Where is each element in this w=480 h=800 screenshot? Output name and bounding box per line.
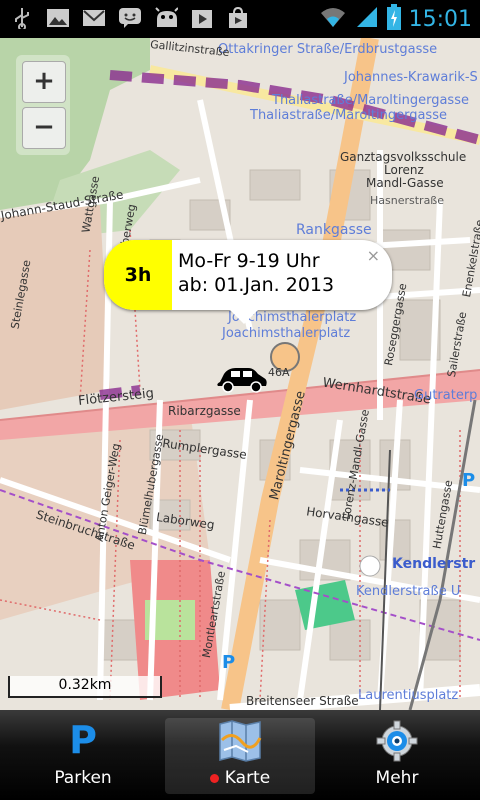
tab-karte[interactable]: Karte bbox=[165, 718, 315, 794]
gmail-icon bbox=[82, 6, 106, 30]
parking-info-popup[interactable]: 3h Mo-Fr 9-19 Uhr ab: 01.Jan. 2013 × bbox=[104, 240, 392, 324]
tab-label-row: Karte bbox=[165, 768, 315, 788]
map-icon bbox=[218, 720, 262, 766]
street-label: Steinbruchstraße bbox=[34, 507, 137, 553]
street-label: Ribarzgasse bbox=[168, 404, 241, 418]
street-label: Johannes-Krawarik-S bbox=[344, 70, 478, 85]
wifi-icon bbox=[319, 5, 347, 33]
bottom-tab-bar: P Parken Karte Mehr bbox=[0, 710, 480, 800]
popup-hours: Mo-Fr 9-19 Uhr bbox=[178, 250, 320, 272]
parking-p-icon: P bbox=[222, 652, 236, 673]
street-label: Thaliastraße/Maroltingergasse bbox=[272, 93, 469, 108]
map-view[interactable]: Ottakringer Straße/Erdbrustgasse Johanne… bbox=[0, 38, 480, 710]
street-label: Maroltingergasse bbox=[267, 389, 309, 502]
tab-label: Karte bbox=[224, 768, 271, 788]
tab-label: Mehr bbox=[375, 768, 419, 788]
zoom-in-button[interactable]: + bbox=[22, 61, 66, 103]
gallery-icon bbox=[46, 6, 70, 30]
street-label: Hasnerstraße bbox=[370, 194, 445, 207]
street-label: Gutraterp bbox=[414, 388, 478, 403]
duration-badge: 3h bbox=[104, 240, 172, 310]
street-label: Huttengasse bbox=[430, 479, 456, 550]
street-label: Enenkelstraße bbox=[460, 218, 480, 299]
parking-p-icon: P bbox=[69, 718, 97, 762]
street-label: Mandl-Gasse bbox=[366, 176, 444, 190]
tab-parken[interactable]: P Parken bbox=[8, 718, 158, 794]
status-bar: 15:01 bbox=[0, 0, 480, 38]
zoom-out-button[interactable]: − bbox=[22, 107, 66, 149]
street-label: Lorenz-Mandl-Gasse bbox=[339, 408, 372, 521]
play-icon bbox=[190, 6, 214, 30]
street-label: Lorenz bbox=[384, 163, 424, 177]
street-label: 46A bbox=[268, 366, 290, 379]
street-label: Laurentiusplatz bbox=[358, 688, 459, 703]
street-label: Kendlerstr bbox=[392, 556, 476, 572]
street-label: Steinlegasse bbox=[8, 258, 34, 331]
street-label: Joachimsthalerplatz bbox=[222, 326, 351, 341]
gear-icon bbox=[376, 720, 418, 766]
street-label: Flötzersteig bbox=[77, 386, 155, 409]
popup-valid-from: ab: 01.Jan. 2013 bbox=[178, 274, 335, 296]
tab-mehr[interactable]: Mehr bbox=[322, 718, 472, 794]
active-indicator-icon bbox=[209, 773, 219, 783]
tab-label: Parken bbox=[54, 768, 112, 788]
talk-icon bbox=[118, 6, 142, 30]
street-label: Breitenseer Straße bbox=[246, 694, 359, 708]
android-icon bbox=[154, 6, 178, 30]
street-label: Ottakringer Straße/Erdbrustgasse bbox=[218, 42, 438, 57]
battery-icon bbox=[386, 4, 401, 34]
street-label: Thaliastraße/Maroltingergasse bbox=[250, 108, 447, 123]
clock: 15:01 bbox=[408, 6, 472, 32]
street-label: Ganztagsvolksschule bbox=[340, 150, 467, 164]
play-store-icon bbox=[226, 6, 250, 30]
parking-p-icon: P bbox=[462, 470, 476, 491]
status-icons: 15:01 bbox=[319, 4, 472, 34]
street-label: Montleartstraße bbox=[199, 570, 228, 659]
street-label: Kendlerstraße U bbox=[356, 584, 461, 599]
popup-close-button[interactable]: × bbox=[367, 246, 380, 265]
street-label: Johann-Staud-Straße bbox=[0, 187, 125, 223]
street-label: Laborweg bbox=[155, 509, 216, 533]
street-label: Rumplergasse bbox=[161, 436, 248, 462]
street-label: Sailerstraße bbox=[444, 310, 470, 379]
street-label: Rankgasse bbox=[296, 222, 372, 238]
usb-icon bbox=[10, 6, 34, 30]
signal-icon bbox=[355, 5, 379, 33]
map-scale-bar: 0.32km bbox=[8, 676, 162, 698]
zoom-controls: + − bbox=[16, 55, 70, 155]
notification-icons bbox=[10, 6, 250, 30]
popup-pointer bbox=[230, 310, 258, 324]
